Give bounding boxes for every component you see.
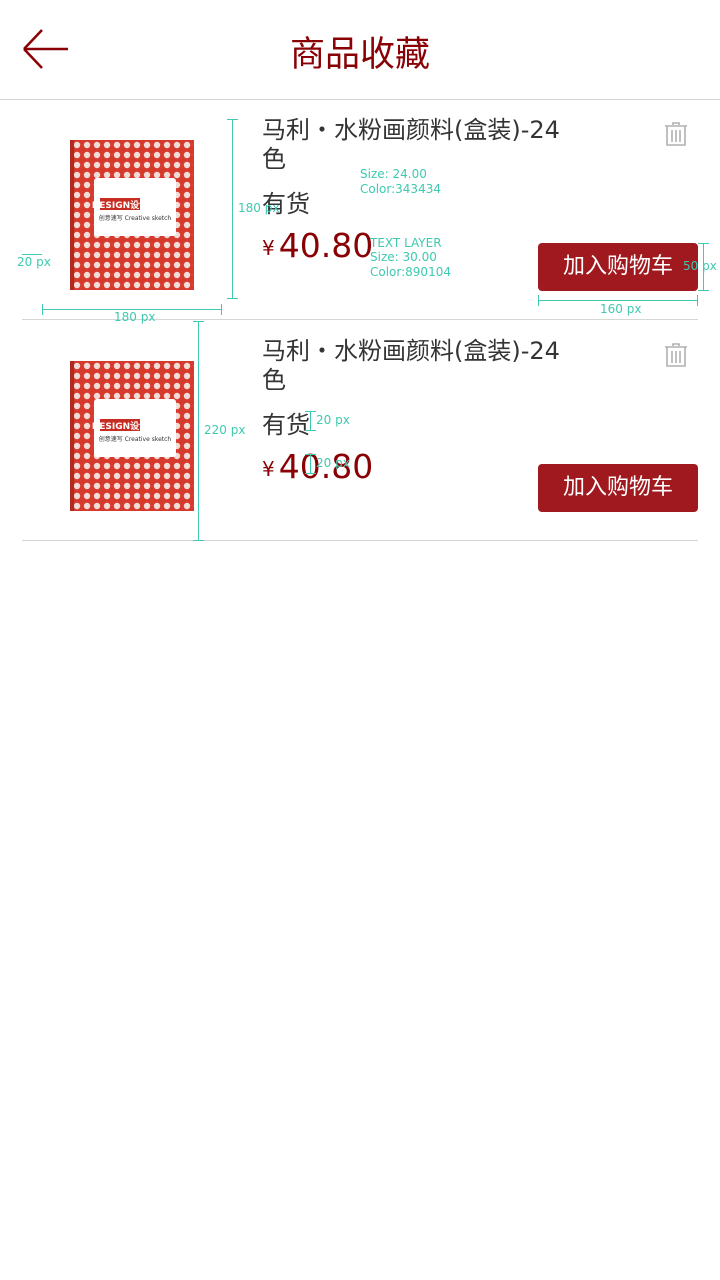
delete-button[interactable] xyxy=(662,120,690,148)
list-item: DESIGN设计 创意速写 Creative sketch 马利・水粉画颜料(盒… xyxy=(0,100,720,320)
price-layer-size: Size: 30.00 xyxy=(370,250,437,264)
product-price: ¥40.80 xyxy=(262,226,373,265)
add-to-cart-button[interactable]: 加入购物车 xyxy=(538,243,698,291)
thumb-gap-label: 20 px xyxy=(17,255,51,269)
measure-tick xyxy=(305,411,316,412)
delete-button[interactable] xyxy=(662,341,690,369)
name-layer-size: Size: 24.00 xyxy=(360,167,427,181)
price-layer-title: TEXT LAYER xyxy=(370,236,442,250)
measure-tick xyxy=(227,119,238,120)
price-layer-color: Color:890104 xyxy=(370,265,451,279)
measure-tick xyxy=(227,298,238,299)
divider xyxy=(22,540,698,541)
product-name[interactable]: 马利・水粉画颜料(盒装)-24色 xyxy=(262,116,572,174)
currency-symbol: ¥ xyxy=(262,457,275,481)
measure-tick xyxy=(221,304,222,315)
measure-line xyxy=(310,454,311,474)
page-title: 商品收藏 xyxy=(289,35,430,75)
thumb-height-label: 180 px xyxy=(238,201,280,215)
product-name[interactable]: 马利・水粉画颜料(盒装)-24色 xyxy=(262,337,572,395)
image-brand-text: DESIGN设计 xyxy=(92,420,148,432)
measure-tick xyxy=(193,540,204,541)
measure-tick xyxy=(698,243,709,244)
price-value: 40.80 xyxy=(278,226,374,265)
measure-line xyxy=(232,119,233,299)
trash-icon xyxy=(665,343,687,367)
measure-tick xyxy=(305,430,316,431)
currency-symbol: ¥ xyxy=(262,236,275,260)
spacing-label: 20 px xyxy=(316,456,350,470)
measure-tick xyxy=(305,473,316,474)
name-layer-color: Color:343434 xyxy=(360,182,441,196)
product-image[interactable]: DESIGN设计 创意速写 Creative sketch xyxy=(42,120,222,300)
header: 商品收藏 xyxy=(0,0,720,100)
stock-status: 有货 xyxy=(262,411,310,439)
image-sub-text: 创意速写 Creative sketch xyxy=(99,435,172,443)
thumb-width-label: 180 px xyxy=(114,310,156,324)
image-brand-text: DESIGN设计 xyxy=(92,199,148,211)
list-item: DESIGN设计 创意速写 Creative sketch 马利・水粉画颜料(盒… xyxy=(0,321,720,541)
measure-tick xyxy=(193,321,204,322)
image-sub-text: 创意速写 Creative sketch xyxy=(99,214,172,222)
measure-tick xyxy=(698,290,709,291)
measure-line xyxy=(310,411,311,431)
add-to-cart-button[interactable]: 加入购物车 xyxy=(538,464,698,512)
measure-tick xyxy=(538,295,539,306)
measure-tick xyxy=(305,454,316,455)
button-width-label: 160 px xyxy=(600,302,642,316)
trash-icon xyxy=(665,122,687,146)
measure-tick xyxy=(42,304,43,315)
product-image[interactable]: DESIGN设计 创意速写 Creative sketch xyxy=(42,341,222,521)
spacing-label: 20 px xyxy=(316,413,350,427)
row-height-label: 220 px xyxy=(204,423,246,437)
measure-line xyxy=(538,300,698,301)
measure-line xyxy=(198,321,199,541)
measure-tick xyxy=(697,295,698,306)
button-height-label: 50 px xyxy=(683,259,717,273)
